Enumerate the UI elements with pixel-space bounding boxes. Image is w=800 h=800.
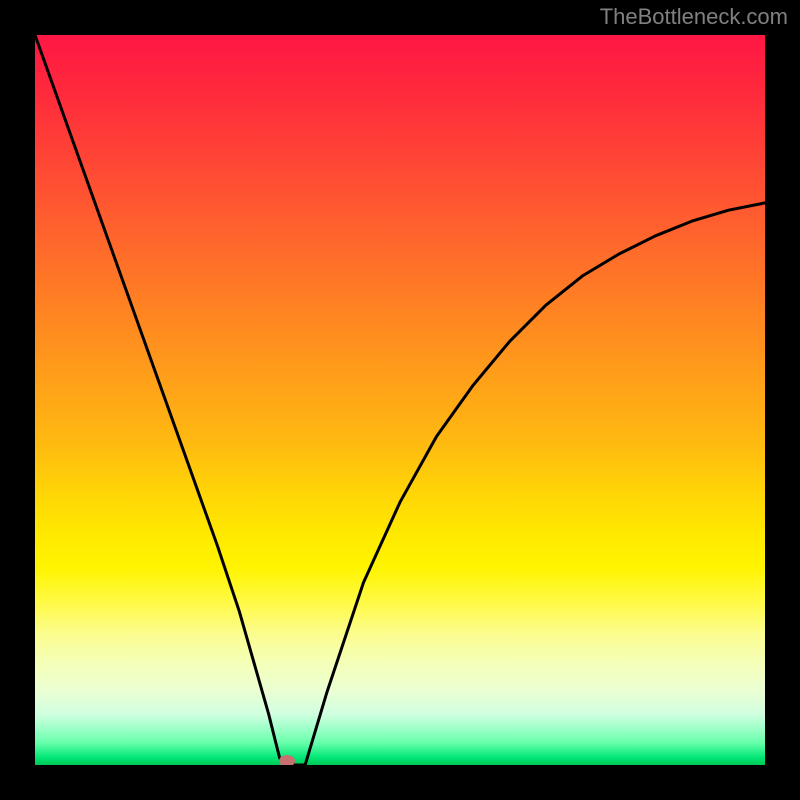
watermark-text: TheBottleneck.com [600,4,788,30]
plot-area [35,35,765,765]
curve-svg [35,35,765,765]
minimum-marker [279,755,295,765]
bottleneck-curve [35,35,765,765]
